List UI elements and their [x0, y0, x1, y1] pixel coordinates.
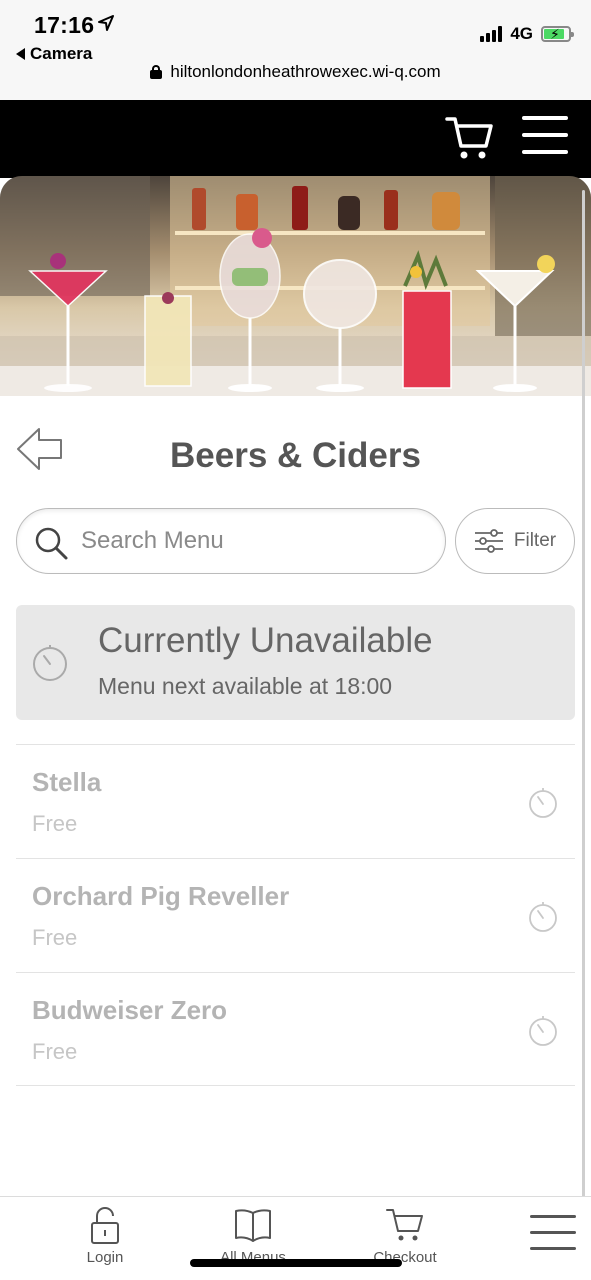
signal-icon — [480, 26, 503, 42]
battery-icon: ⚡ — [541, 26, 574, 42]
back-to-app-link[interactable]: Camera — [16, 44, 92, 64]
menu-item-price: Free — [32, 925, 78, 950]
address-bar[interactable]: hiltonlondonheathrowexec.wi-q.com — [0, 62, 591, 82]
nav-checkout[interactable]: Checkout — [360, 1197, 450, 1280]
network-type: 4G — [510, 24, 533, 43]
status-time: 17:16 — [34, 12, 95, 38]
open-book-icon — [235, 1209, 271, 1242]
filter-button[interactable]: Filter — [455, 508, 575, 574]
app-header — [0, 100, 591, 178]
url-text: hiltonlondonheathrowexec.wi-q.com — [170, 62, 441, 81]
search-box[interactable] — [16, 508, 446, 574]
menu-item-name: Orchard Pig Reveller — [32, 881, 290, 911]
cart-icon — [386, 1209, 423, 1241]
hamburger-menu-icon[interactable] — [522, 116, 568, 154]
cart-icon[interactable] — [444, 114, 494, 162]
availability-title: Currently Unavailable — [98, 621, 433, 660]
page: 17:16 Camera 4G ⚡ hiltonlondonheathrowex… — [0, 0, 591, 1280]
menu-item-price: Free — [32, 811, 78, 836]
hero-image — [0, 176, 591, 396]
menu-item-name: Budweiser Zero — [32, 995, 228, 1025]
filter-label: Filter — [513, 530, 557, 551]
timer-icon — [529, 788, 557, 818]
status-indicators: 4G ⚡ — [480, 24, 574, 44]
back-triangle-icon — [16, 48, 25, 60]
menu-item-name: Stella — [32, 767, 102, 797]
padlock-icon — [91, 1207, 119, 1244]
menu-item[interactable]: Budweiser Zero Free — [16, 972, 575, 1086]
search-input[interactable] — [81, 523, 421, 559]
location-arrow-icon — [98, 15, 114, 31]
back-to-app-label: Camera — [30, 44, 93, 63]
menu-item[interactable]: Orchard Pig Reveller Free — [16, 858, 575, 972]
page-title: Beers & Ciders — [170, 436, 421, 475]
timer-icon — [529, 902, 557, 932]
bottom-navigation: Login All Menus Checkout — [0, 1196, 591, 1280]
home-indicator[interactable] — [190, 1259, 402, 1267]
nav-hamburger-menu-icon[interactable] — [530, 1215, 576, 1251]
sliders-icon — [474, 529, 503, 553]
cocktails-illustration — [0, 176, 591, 396]
timer-icon — [33, 645, 67, 681]
timer-icon — [529, 1016, 557, 1046]
lock-icon — [150, 65, 163, 79]
menu-item-list: Stella Free Orchard Pig Reveller Free Bu… — [16, 744, 575, 1086]
nav-login-label: Login — [86, 1249, 124, 1266]
menu-item-price: Free — [32, 1039, 78, 1064]
nav-login[interactable]: Login — [65, 1197, 145, 1280]
scrollbar[interactable] — [582, 190, 585, 1230]
menu-content: Beers & Ciders Filter — [0, 396, 580, 1196]
availability-subtitle: Menu next available at 18:00 — [98, 673, 393, 699]
availability-notice: Currently Unavailable Menu next availabl… — [16, 605, 575, 720]
nav-all-menus[interactable]: All Menus — [203, 1197, 303, 1280]
status-bar: 17:16 Camera 4G ⚡ hiltonlondonheathrowex… — [0, 0, 591, 100]
search-icon — [35, 527, 68, 560]
menu-item[interactable]: Stella Free — [16, 744, 575, 858]
